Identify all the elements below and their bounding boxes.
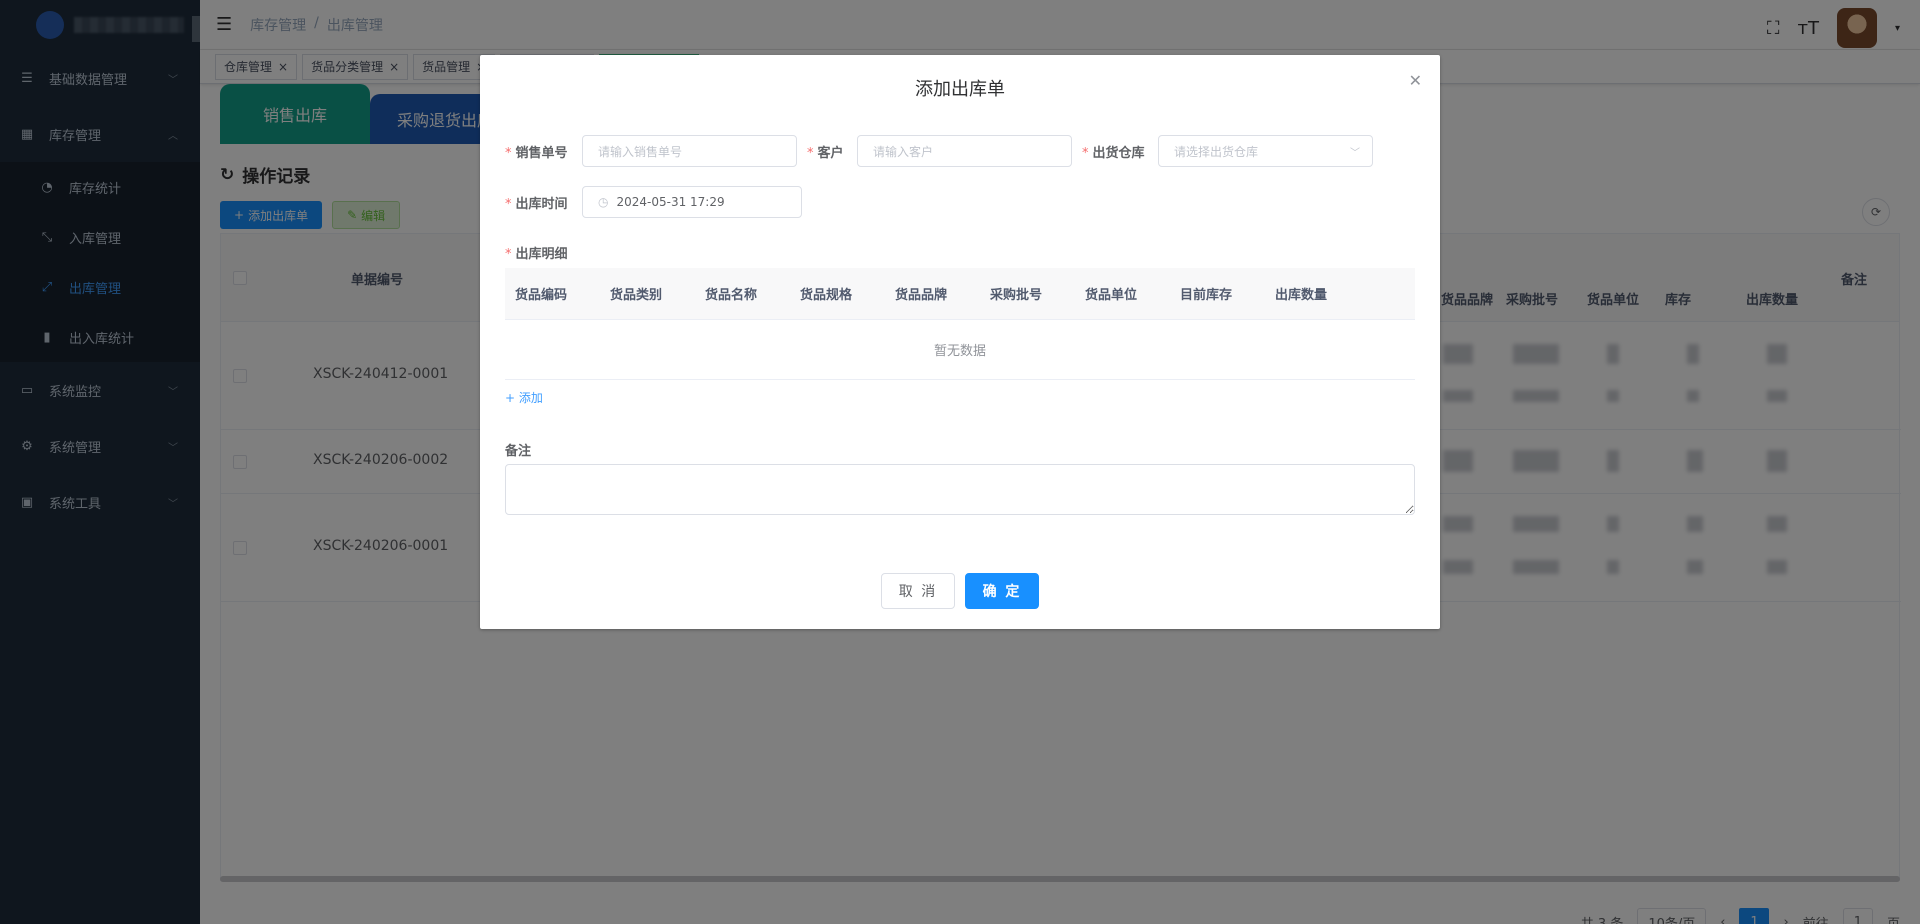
warehouse-select[interactable]: 请选择出货仓库 ﹀ xyxy=(1158,135,1373,167)
placeholder: 请选择出货仓库 xyxy=(1174,144,1259,159)
add-outbound-dialog: 添加出库单 ✕ * 销售单号 请输入销售单号 * 客户 请输入客户 * 出货仓库 请选… xyxy=(480,55,1440,629)
placeholder: 请输入客户 xyxy=(873,144,934,159)
customer-input[interactable]: 请输入客户 xyxy=(857,135,1072,167)
required-mark: * xyxy=(505,247,512,262)
col-goods-code: 货品编码 xyxy=(515,288,568,303)
time-label: * 出库时间 xyxy=(505,193,568,212)
required-mark: * xyxy=(1082,146,1089,161)
col-goods-brand: 货品品牌 xyxy=(895,288,948,303)
cancel-button[interactable]: 取 消 xyxy=(881,573,955,609)
dialog-title: 添加出库单 xyxy=(915,79,1005,100)
empty-text: 暂无数据 xyxy=(505,320,1415,380)
label-text: 出库明细 xyxy=(515,247,568,262)
chevron-down-icon: ﹀ xyxy=(1350,148,1360,159)
col-outbound-qty: 出库数量 xyxy=(1275,288,1328,303)
remark-textarea[interactable] xyxy=(505,464,1415,515)
label-text: 出库时间 xyxy=(515,197,568,212)
required-mark: * xyxy=(505,146,512,161)
close-icon[interactable]: ✕ xyxy=(1409,71,1422,90)
col-goods-name: 货品名称 xyxy=(705,288,758,303)
remark-label: 备注 xyxy=(505,444,532,459)
label-text: 销售单号 xyxy=(515,146,568,161)
outbound-time-picker[interactable]: ◷ 2024-05-31 17:29 xyxy=(582,186,802,218)
detail-table-header: 货品编码 货品类别 货品名称 货品规格 货品品牌 采购批号 货品单位 目前库存 … xyxy=(505,268,1415,320)
add-detail-link[interactable]: + 添加 xyxy=(505,389,543,406)
required-mark: * xyxy=(505,197,512,212)
col-purchase-batch: 采购批号 xyxy=(990,288,1043,303)
link-label: 添加 xyxy=(518,391,543,405)
sales-no-input[interactable]: 请输入销售单号 xyxy=(582,135,797,167)
detail-table: 货品编码 货品类别 货品名称 货品规格 货品品牌 采购批号 货品单位 目前库存 … xyxy=(505,268,1415,380)
col-current-stock: 目前库存 xyxy=(1180,288,1233,303)
clock-icon: ◷ xyxy=(598,195,609,209)
col-goods-unit: 货品单位 xyxy=(1085,288,1138,303)
label-text: 客户 xyxy=(817,146,844,161)
placeholder: 请输入销售单号 xyxy=(598,144,683,159)
plus-icon: + xyxy=(505,391,516,405)
confirm-button[interactable]: 确 定 xyxy=(965,573,1039,609)
required-mark: * xyxy=(807,146,814,161)
col-goods-category: 货品类别 xyxy=(610,288,663,303)
label-text: 出货仓库 xyxy=(1092,146,1145,161)
sales-no-label: * 销售单号 xyxy=(505,142,568,161)
warehouse-label: * 出货仓库 xyxy=(1082,142,1145,161)
time-value: 2024-05-31 17:29 xyxy=(616,195,725,209)
col-goods-spec: 货品规格 xyxy=(800,288,853,303)
customer-label: * 客户 xyxy=(807,142,844,161)
detail-label: * 出库明细 xyxy=(505,243,568,262)
